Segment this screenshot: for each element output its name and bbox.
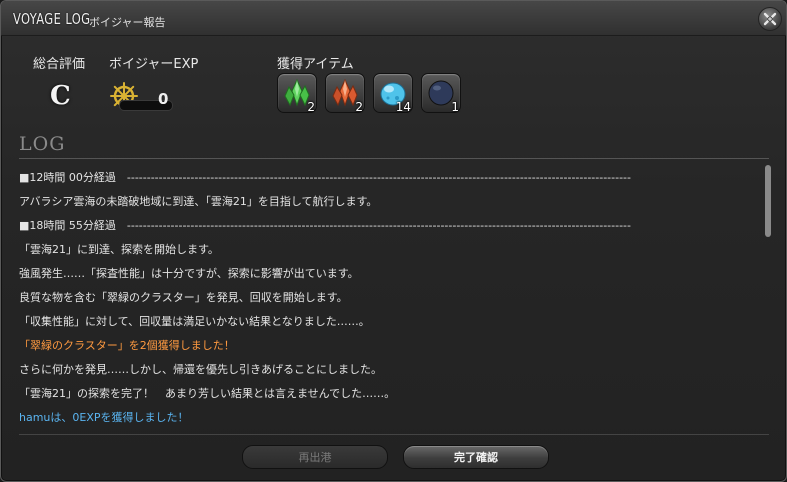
item-count: 1 <box>451 100 459 114</box>
log-line: ■12時間 00分経過 ----------------------------… <box>19 171 631 184</box>
item-count: 14 <box>395 100 411 114</box>
finalize-button[interactable]: 完了確認 <box>403 445 549 469</box>
log-line: 良質な物を含む「翠緑のクラスター」を発見、回収を開始します。 <box>19 291 348 304</box>
item-count: 2 <box>307 100 315 114</box>
scrollbar[interactable] <box>765 165 771 423</box>
rating-label: 総合評価 <box>33 57 86 72</box>
exp-value: 0 <box>158 90 169 108</box>
item-slot-4[interactable]: 1 <box>421 73 461 114</box>
log-line: 「雲海21」に到達、探索を開始します。 <box>19 243 219 256</box>
log-line: アバラシア雲海の未踏破地域に到達、「雲海21」を目指して航行します。 <box>19 195 378 208</box>
divider <box>19 434 769 435</box>
log-line: 「雲海21」の探索を完了！ あまり芳しい結果とは言えませんでした……。 <box>19 387 396 400</box>
item-slot-2[interactable]: 2 <box>325 73 365 114</box>
log-line-exp: hamuは、0EXPを獲得しました！ <box>19 411 189 424</box>
item-slot-3[interactable]: 14 <box>373 73 413 114</box>
items-label: 獲得アイテム <box>277 57 354 72</box>
log-line-highlight: 「翠緑のクラスター」を2個獲得しました！ <box>19 339 235 352</box>
redeploy-button[interactable]: 再出港 <box>242 445 388 469</box>
log-heading: LOG <box>19 133 66 155</box>
log-line: 「収集性能」に対して、回収量は満足いかない結果となりました……。 <box>19 315 370 328</box>
item-slot-1[interactable]: 2 <box>277 73 317 114</box>
window-subtitle: ボイジャー報告 <box>89 16 166 29</box>
close-icon <box>763 12 777 26</box>
exp-label: ボイジャーEXP <box>109 57 199 72</box>
scrollbar-thumb[interactable] <box>765 165 771 237</box>
rating-value: C <box>50 81 71 111</box>
divider <box>19 158 769 159</box>
log-list[interactable]: ■12時間 00分経過 ----------------------------… <box>19 163 759 425</box>
log-line: さらに何かを発見……しかし、帰還を優先し引きあげることにしました。 <box>19 363 382 376</box>
log-line: ■18時間 55分経過 ----------------------------… <box>19 219 631 232</box>
voyage-log-window: VOYAGE LOG ボイジャー報告 総合評価 C ボイジャーEXP 0 獲得ア… <box>0 0 787 482</box>
title-bar[interactable]: VOYAGE LOG ボイジャー報告 <box>1 1 786 36</box>
item-count: 2 <box>355 100 363 114</box>
window-title: VOYAGE LOG <box>13 10 91 28</box>
close-button[interactable] <box>758 7 782 31</box>
log-line: 強風発生……「探査性能」は十分ですが、探索に影響が出ています。 <box>19 267 359 280</box>
